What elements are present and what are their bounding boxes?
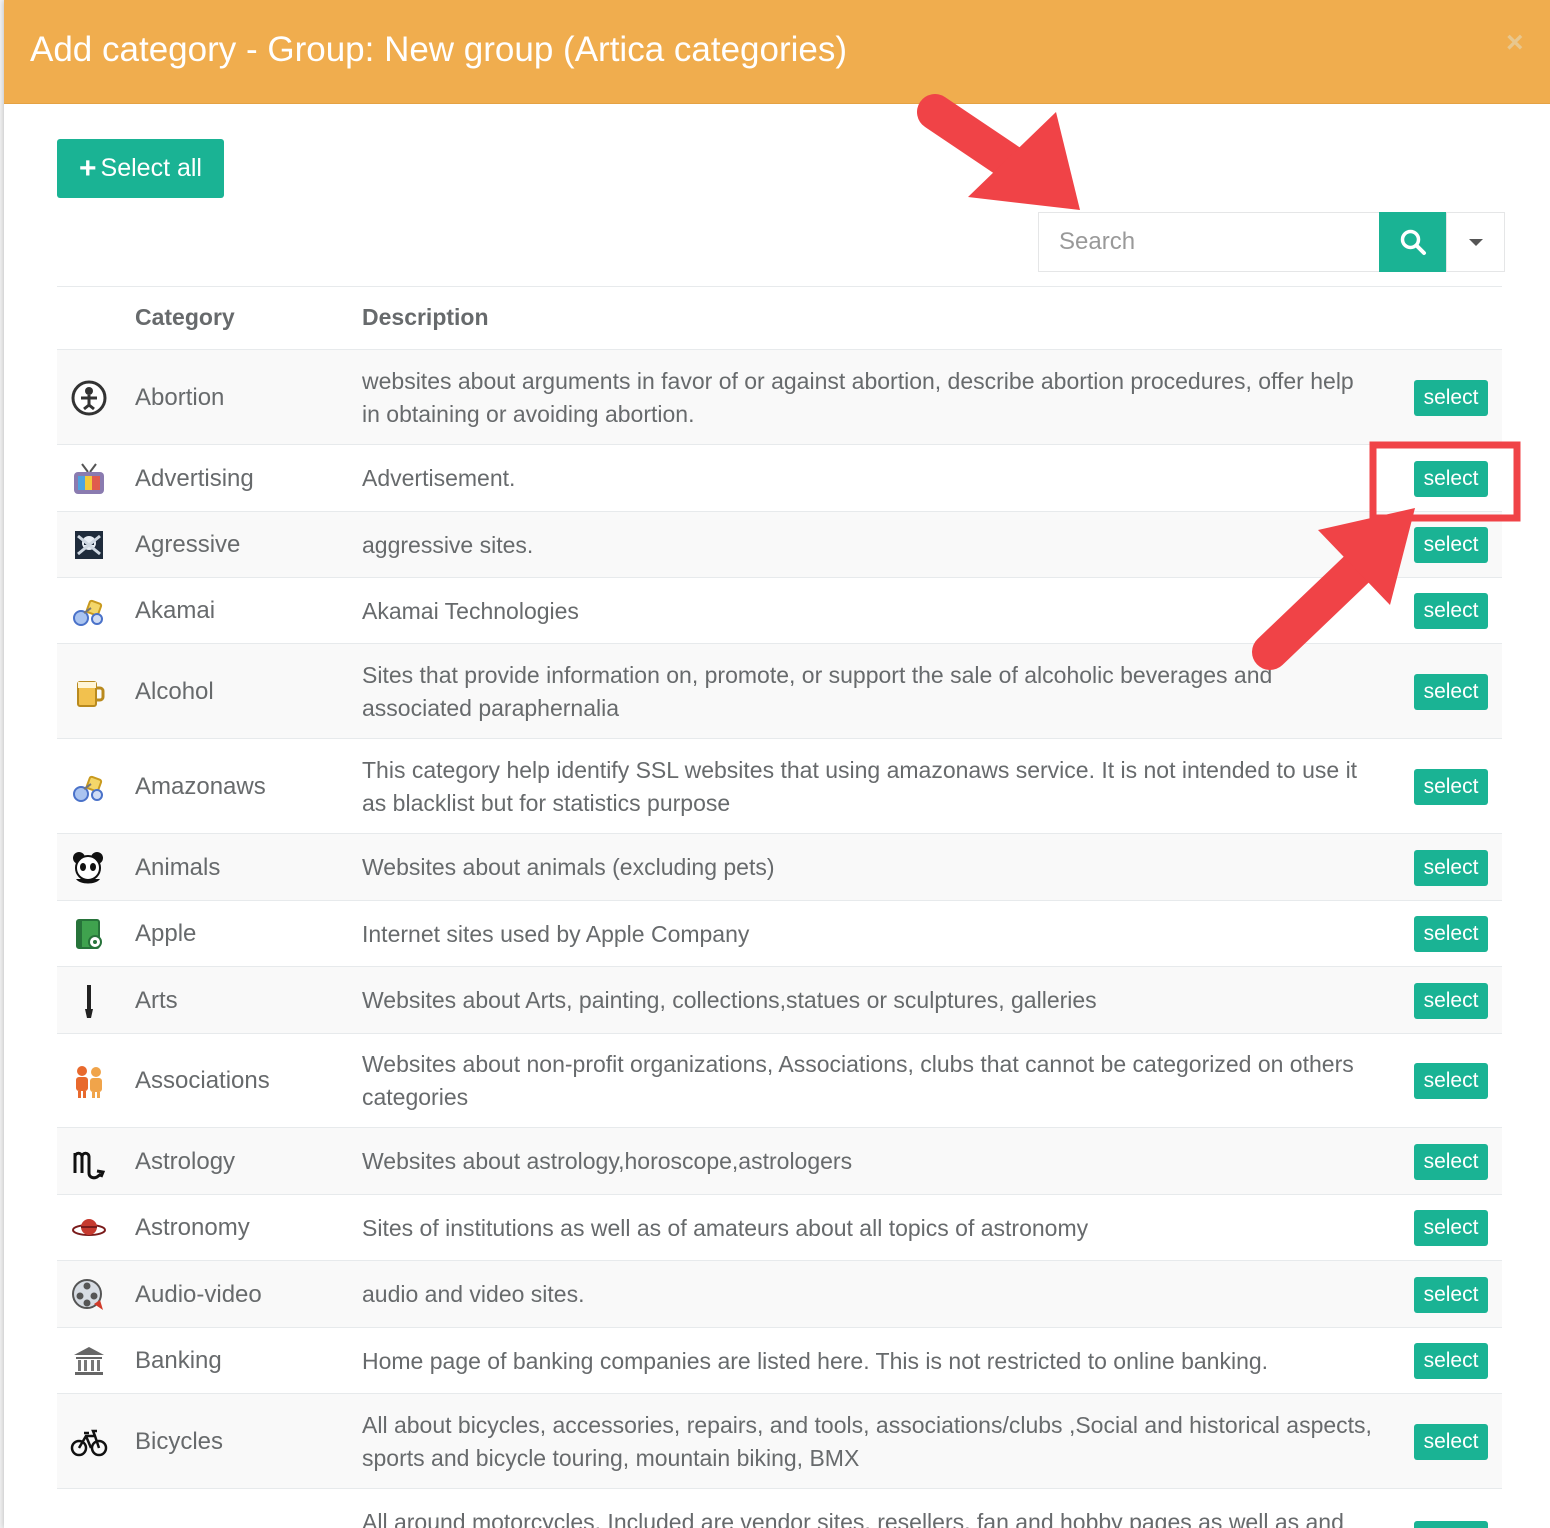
table-row: Bicycles All about bicycles, accessories,… [57, 1394, 1502, 1489]
select-associations-button[interactable]: select [1414, 1063, 1488, 1099]
category-description: aggressive sites. [362, 531, 534, 558]
select-akamai-button[interactable]: select [1414, 593, 1488, 629]
category-name: Abortion [135, 383, 225, 411]
select-all-label: Select all [100, 154, 202, 182]
abortion-icon [69, 378, 109, 418]
category-name: Apple [135, 920, 197, 947]
select-bicycles-button[interactable]: select [1414, 1423, 1488, 1460]
bank-icon [69, 1341, 109, 1381]
category-name: Astronomy [135, 1214, 250, 1241]
category-description: Akamai Technologies [362, 597, 579, 624]
select-advertising-button[interactable]: select [1414, 460, 1488, 497]
table-row: Advertising Advertisement. select [57, 445, 1502, 512]
category-description: Websites about Arts, painting, collectio… [362, 987, 1097, 1013]
brush-icon [69, 981, 109, 1021]
table-row: Alcohol Sites that provide information on… [57, 644, 1502, 739]
category-description: Advertisement. [362, 465, 516, 491]
film-reel-icon [69, 1275, 109, 1315]
select-apple-button[interactable]: select [1414, 916, 1488, 952]
category-name: Animals [135, 853, 221, 881]
category-name: Associations [135, 1067, 270, 1094]
select-animals-button[interactable]: select [1414, 849, 1488, 886]
category-description: Websites about animals (excluding pets) [362, 854, 775, 880]
category-description: Sites of institutions as well as of amat… [362, 1214, 1089, 1241]
search-group [1038, 212, 1505, 272]
modal-title: Add category - Group: New group (Artica … [30, 30, 848, 69]
tv-icon [69, 459, 109, 499]
category-name: Agressive [135, 531, 241, 558]
table-row: Banking Home page of banking companies ar… [57, 1328, 1502, 1394]
category-description: This category help identify SSL websites… [362, 756, 1358, 816]
table-row: Astronomy Sites of institutions as well a… [57, 1195, 1502, 1261]
molecule-icon [69, 767, 109, 807]
modal-header: Add category - Group: New group (Artica … [4, 0, 1550, 104]
select-audio-video-button[interactable]: select [1414, 1276, 1488, 1313]
search-icon [1400, 229, 1426, 255]
category-name: Banking [135, 1347, 222, 1374]
category-description: Home page of banking companies are liste… [362, 1347, 1269, 1374]
aggressive-icon [69, 525, 109, 565]
table-row: BikesAll around motorcycles. Included ar… [57, 1489, 1502, 1528]
category-description: Websites about non-profit organizations,… [362, 1051, 1354, 1110]
category-description: All around motorcycles. Included are ven… [362, 1509, 1344, 1528]
category-description: Websites about astrology,horoscope,astro… [362, 1148, 853, 1174]
search-options-dropdown[interactable] [1446, 212, 1505, 272]
select-alcohol-button[interactable]: select [1414, 673, 1488, 710]
molecule-icon [69, 591, 109, 631]
table-row: Amazonaws This category help identify SSL… [57, 739, 1502, 834]
select-agressive-button[interactable]: select [1414, 527, 1488, 563]
select-bikes-button[interactable]: select [1414, 1521, 1488, 1528]
category-description: All about bicycles, accessories, repairs… [362, 1411, 1372, 1471]
table-row: Apple Internet sites used by Apple Compan… [57, 901, 1502, 967]
header-category: Category [135, 304, 235, 330]
select-banking-button[interactable]: select [1414, 1343, 1488, 1379]
beer-mug-icon [69, 672, 109, 712]
table-row: Animals Websites about animals (excluding… [57, 834, 1502, 901]
category-name: Arts [135, 986, 178, 1014]
panda-icon [69, 848, 109, 888]
table-row: Audio-video audio and video sites. select [57, 1261, 1502, 1328]
select-astrology-button[interactable]: select [1414, 1143, 1488, 1180]
category-name: Astrology [135, 1147, 236, 1175]
add-category-modal: Add category - Group: New group (Artica … [4, 0, 1550, 1528]
select-amazonaws-button[interactable]: select [1414, 768, 1488, 805]
table-row: Astrology Websites about astrology,horosc… [57, 1128, 1502, 1195]
category-name: Advertising [135, 464, 254, 492]
category-name: Amazonaws [135, 772, 266, 800]
bicycle-icon [69, 1422, 109, 1462]
select-all-button[interactable]: + Select all [57, 139, 224, 198]
category-name: Audio-video [135, 1280, 262, 1308]
table-row: Agressive aggressive sites. select [57, 512, 1502, 578]
category-description: audio and video sites. [362, 1281, 585, 1307]
table-row: Associations Websites about non-profit or… [57, 1034, 1502, 1128]
scorpio-icon [69, 1142, 109, 1182]
select-astronomy-button[interactable]: select [1414, 1210, 1488, 1246]
search-input[interactable] [1038, 212, 1379, 272]
planet-icon [69, 1208, 109, 1248]
header-description: Description [362, 304, 489, 330]
select-abortion-button[interactable]: select [1414, 379, 1488, 416]
people-icon [69, 1061, 109, 1101]
category-table: Category Description Abortion websites ab… [57, 286, 1502, 1528]
category-name: Bicycles [135, 1427, 224, 1455]
table-row: Akamai Akamai Technologies select [57, 578, 1502, 644]
table-row: Arts Websites about Arts, painting, colle… [57, 967, 1502, 1034]
table-header: Category Description [57, 287, 1502, 350]
close-icon[interactable]: × [1506, 26, 1524, 60]
select-arts-button[interactable]: select [1414, 982, 1488, 1019]
apple-book-icon [69, 914, 109, 954]
table-row: Abortion websites about arguments in favo… [57, 350, 1502, 445]
search-button[interactable] [1379, 212, 1446, 272]
category-description: Internet sites used by Apple Company [362, 920, 750, 947]
category-name: Alcohol [135, 677, 214, 705]
caret-down-icon [1468, 238, 1483, 246]
category-description: Sites that provide information on, promo… [362, 661, 1273, 721]
category-description: websites about arguments in favor of or … [362, 367, 1354, 427]
plus-icon: + [79, 151, 97, 185]
category-name: Akamai [135, 597, 216, 624]
motorcycle-icon [69, 1519, 109, 1528]
